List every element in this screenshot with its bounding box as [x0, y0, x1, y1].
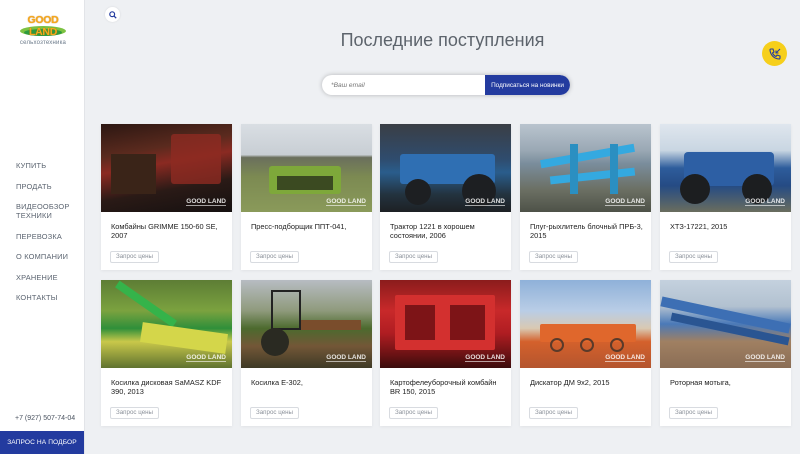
- logo-subtitle: сельхозтехника: [19, 40, 67, 46]
- watermark: GOOD LAND: [186, 198, 226, 206]
- nav-item-buy[interactable]: КУПИТЬ: [16, 161, 82, 170]
- phone-number[interactable]: +7 (927) 507-74-04: [15, 415, 75, 422]
- watermark: GOOD LAND: [745, 198, 785, 206]
- listing-title[interactable]: ХТЗ-17221, 2015: [670, 222, 784, 231]
- price-request-button[interactable]: Запрос цены: [529, 251, 579, 263]
- sidebar: GOOD LAND сельхозтехника КУПИТЬ ПРОДАТЬ …: [0, 0, 85, 454]
- listing-title[interactable]: Плуг-рыхлитель блочный ПРБ-3, 2015: [530, 222, 644, 241]
- listing-photo[interactable]: GOOD LAND: [380, 124, 511, 212]
- callback-button[interactable]: [762, 41, 787, 66]
- listing-card[interactable]: GOOD LAND Плуг-рыхлитель блочный ПРБ-3, …: [520, 124, 651, 270]
- listing-photo[interactable]: GOOD LAND: [380, 280, 511, 368]
- price-request-button[interactable]: Запрос цены: [250, 251, 300, 263]
- search-button[interactable]: [105, 7, 120, 22]
- listing-card[interactable]: GOOD LAND Комбайны GRIMME 150-60 SE, 200…: [101, 124, 232, 270]
- watermark: GOOD LAND: [326, 198, 366, 206]
- listing-title[interactable]: Картофелеуборочный комбайн BR 150, 2015: [390, 378, 504, 397]
- nav-item-video-review[interactable]: ВИДЕООБЗОР ТЕХНИКИ: [16, 202, 82, 220]
- listing-photo[interactable]: GOOD LAND: [660, 124, 791, 212]
- phone-call-icon: [768, 47, 781, 60]
- listing-title[interactable]: Трактор 1221 в хорошем состоянии, 2006: [390, 222, 504, 241]
- price-request-button[interactable]: Запрос цены: [110, 251, 160, 263]
- subscribe-button[interactable]: Подписаться на новинки: [485, 75, 570, 95]
- watermark: GOOD LAND: [326, 354, 366, 362]
- nav-item-sell[interactable]: ПРОДАТЬ: [16, 182, 82, 191]
- nav-item-storage[interactable]: ХРАНЕНИЕ: [16, 273, 82, 282]
- listing-photo[interactable]: GOOD LAND: [101, 124, 232, 212]
- watermark: GOOD LAND: [465, 354, 505, 362]
- listing-card[interactable]: GOOD LAND Дискатор ДМ 9х2, 2015 Запрос ц…: [520, 280, 651, 426]
- logo-word: GOOD LAND: [27, 14, 59, 38]
- listing-card[interactable]: GOOD LAND Трактор 1221 в хорошем состоян…: [380, 124, 511, 270]
- watermark: GOOD LAND: [745, 354, 785, 362]
- listing-card[interactable]: GOOD LAND ХТЗ-17221, 2015 Запрос цены: [660, 124, 791, 270]
- listing-title[interactable]: Комбайны GRIMME 150-60 SE, 2007: [111, 222, 225, 241]
- price-request-button[interactable]: Запрос цены: [250, 407, 300, 419]
- listing-photo[interactable]: GOOD LAND: [520, 280, 651, 368]
- search-icon: [108, 10, 117, 19]
- nav-item-contacts[interactable]: КОНТАКТЫ: [16, 293, 82, 302]
- price-request-button[interactable]: Запрос цены: [529, 407, 579, 419]
- listing-card[interactable]: GOOD LAND Роторная мотыга, Запрос цены: [660, 280, 791, 426]
- subscribe-form: Подписаться на новинки: [322, 75, 570, 95]
- listing-title[interactable]: Косилка дисковая SaMASZ KDF 390, 2013: [111, 378, 225, 397]
- price-request-button[interactable]: Запрос цены: [389, 407, 439, 419]
- logo-mark: GOOD LAND: [16, 12, 70, 38]
- watermark: GOOD LAND: [186, 354, 226, 362]
- email-input[interactable]: [322, 75, 485, 95]
- nav-item-about[interactable]: О КОМПАНИИ: [16, 252, 82, 261]
- listing-title[interactable]: Роторная мотыга,: [670, 378, 784, 387]
- listing-title[interactable]: Пресс-подборщик ППТ-041,: [251, 222, 365, 231]
- listing-title[interactable]: Дискатор ДМ 9х2, 2015: [530, 378, 644, 387]
- price-request-button[interactable]: Запрос цены: [389, 251, 439, 263]
- request-selection-button[interactable]: ЗАПРОС НА ПОДБОР: [0, 431, 84, 454]
- page-title: Последние поступления: [340, 30, 545, 50]
- nav-item-transport[interactable]: ПЕРЕВОЗКА: [16, 232, 82, 241]
- watermark: GOOD LAND: [605, 354, 645, 362]
- listing-photo[interactable]: GOOD LAND: [241, 280, 372, 368]
- logo[interactable]: GOOD LAND сельхозтехника: [14, 12, 72, 46]
- price-request-button[interactable]: Запрос цены: [669, 251, 719, 263]
- watermark: GOOD LAND: [605, 198, 645, 206]
- listing-card[interactable]: GOOD LAND Косилка дисковая SaMASZ KDF 39…: [101, 280, 232, 426]
- watermark: GOOD LAND: [465, 198, 505, 206]
- listing-card[interactable]: GOOD LAND Пресс-подборщик ППТ-041, Запро…: [241, 124, 372, 270]
- listing-photo[interactable]: GOOD LAND: [660, 280, 791, 368]
- listing-photo[interactable]: GOOD LAND: [241, 124, 372, 212]
- listing-photo[interactable]: GOOD LAND: [101, 280, 232, 368]
- listing-card[interactable]: GOOD LAND Косилка Е-302, Запрос цены: [241, 280, 372, 426]
- listing-photo[interactable]: GOOD LAND: [520, 124, 651, 212]
- main-nav: КУПИТЬ ПРОДАТЬ ВИДЕООБЗОР ТЕХНИКИ ПЕРЕВО…: [16, 161, 82, 314]
- price-request-button[interactable]: Запрос цены: [110, 407, 160, 419]
- listing-title[interactable]: Косилка Е-302,: [251, 378, 365, 387]
- listing-card[interactable]: GOOD LAND Картофелеуборочный комбайн BR …: [380, 280, 511, 426]
- price-request-button[interactable]: Запрос цены: [669, 407, 719, 419]
